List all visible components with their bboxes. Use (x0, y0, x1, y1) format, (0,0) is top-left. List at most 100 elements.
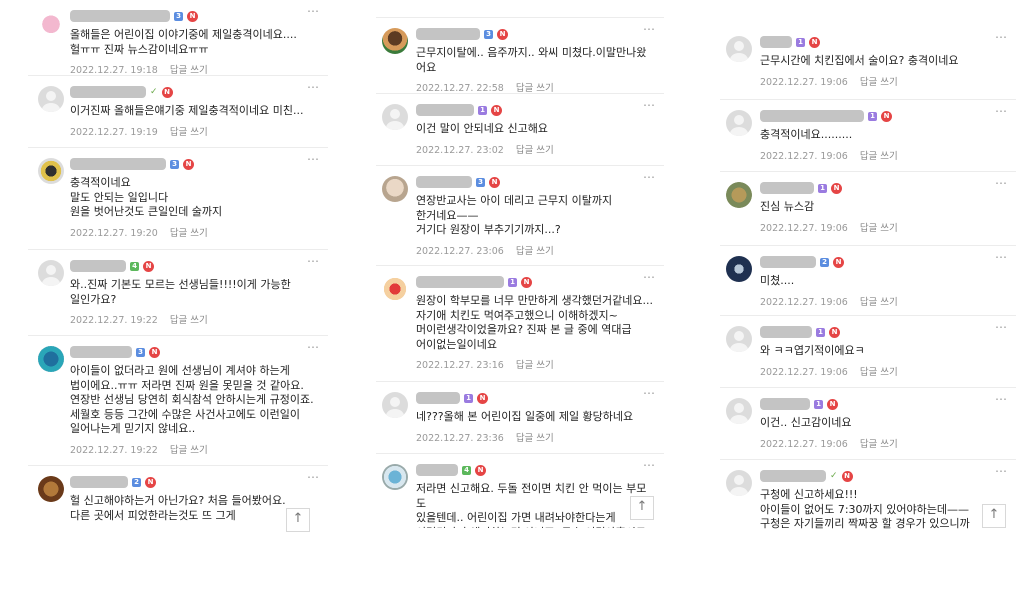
reply-link[interactable]: 답글 쓰기 (516, 83, 554, 94)
nickname[interactable] (760, 36, 792, 48)
avatar[interactable] (726, 470, 752, 496)
new-badge-icon: N (143, 260, 154, 272)
reply-link[interactable]: 답글 쓰기 (170, 228, 208, 239)
comment-text: 네???올해 본 어린이집 일중에 제일 황당하네요 (416, 410, 634, 423)
reply-link[interactable]: 답글 쓰기 (860, 367, 898, 378)
avatar[interactable] (382, 392, 408, 418)
nickname[interactable] (760, 398, 810, 410)
more-options-icon[interactable]: ⋯ (307, 470, 320, 484)
avatar[interactable] (38, 260, 64, 286)
comment-text: 충격적이네요......... (760, 128, 853, 141)
comment-date: 2022.12.27. 19:22 (70, 315, 158, 326)
comment-text: 구청에 신고하세요!!! 아이들이 없어도 7:30까지 있어야하는데—— 구청… (760, 488, 970, 530)
scroll-top-button[interactable]: ↑ (630, 496, 654, 520)
more-options-icon[interactable]: ⋯ (307, 4, 320, 18)
more-options-icon[interactable]: ⋯ (643, 386, 656, 400)
comment-meta: 2022.12.27. 19:06 답글 쓰기 (760, 220, 1006, 246)
more-options-icon[interactable]: ⋯ (995, 320, 1008, 334)
avatar[interactable] (726, 110, 752, 136)
reply-link[interactable]: 답글 쓰기 (860, 297, 898, 308)
avatar[interactable] (382, 464, 408, 490)
scroll-top-button[interactable]: ↑ (286, 508, 310, 532)
reply-link[interactable]: 답글 쓰기 (516, 246, 554, 257)
avatar[interactable] (382, 104, 408, 130)
level-badge-icon: 1 (464, 393, 473, 403)
comment-date: 2022.12.27. 19:22 (70, 444, 158, 456)
avatar[interactable] (382, 176, 408, 202)
comment-meta: 2022.12.27. 19:06 답글 쓰기 (760, 364, 1006, 390)
reply-link[interactable]: 답글 쓰기 (860, 151, 898, 162)
scroll-top-button[interactable]: ↑ (982, 504, 1006, 528)
nickname[interactable] (416, 464, 458, 476)
more-options-icon[interactable]: ⋯ (307, 254, 320, 268)
avatar[interactable] (726, 398, 752, 424)
nickname[interactable] (760, 326, 812, 338)
reply-link[interactable]: 답글 쓰기 (516, 145, 554, 156)
comment-date: 2022.12.27. 19:18 (70, 65, 158, 76)
nickname[interactable] (760, 182, 814, 194)
more-options-icon[interactable]: ⋯ (995, 104, 1008, 118)
new-badge-icon: N (491, 104, 502, 116)
avatar[interactable] (726, 256, 752, 282)
nickname[interactable] (760, 256, 816, 268)
comment-column-1: 3N ⋯ 올해들은 어린이집 이야기중에 제일충격이네요.... 헐ㅠㅠ 진짜 … (28, 0, 328, 540)
reply-link[interactable]: 답글 쓰기 (170, 315, 208, 326)
new-badge-icon: N (161, 86, 173, 98)
avatar[interactable] (726, 36, 752, 62)
comment-text: 이거진짜 올해들은얘기중 제일충격적이네요 미친... (70, 104, 304, 117)
more-options-icon[interactable]: ⋯ (307, 152, 320, 166)
list-top-spacer (720, 0, 1016, 26)
nickname[interactable] (760, 470, 826, 482)
level-badge-icon: 1 (816, 327, 825, 337)
reply-link[interactable]: 답글 쓰기 (170, 445, 208, 456)
comment-date: 2022.12.27. 19:06 (760, 366, 848, 378)
more-options-icon[interactable]: ⋯ (995, 176, 1008, 190)
comment-item: 1N ⋯ 와 ㅋㅋ엽기적이에요ㅋ 2022.12.27. 19:06 답글 쓰기 (720, 316, 1016, 388)
avatar[interactable] (38, 158, 64, 184)
nickname[interactable] (70, 346, 132, 358)
reply-link[interactable]: 답글 쓰기 (516, 433, 554, 444)
avatar[interactable] (38, 476, 64, 502)
reply-link[interactable]: 답글 쓰기 (860, 223, 898, 234)
new-badge-icon: N (521, 276, 532, 288)
avatar[interactable] (726, 326, 752, 352)
avatar[interactable] (382, 28, 408, 54)
reply-link[interactable]: 답글 쓰기 (170, 65, 208, 76)
comment-date: 2022.12.27. 19:06 (760, 222, 848, 234)
comment-column-2: 3N ⋯ 근무지이탈에.. 음주까지.. 와씨 미쳤다.이말만나왔어요 2022… (376, 0, 664, 528)
nickname[interactable] (70, 10, 170, 22)
more-options-icon[interactable]: ⋯ (643, 170, 656, 184)
more-options-icon[interactable]: ⋯ (995, 250, 1008, 264)
more-options-icon[interactable]: ⋯ (995, 392, 1008, 406)
nickname[interactable] (416, 104, 474, 116)
nickname[interactable] (70, 260, 126, 272)
nickname[interactable] (416, 276, 504, 288)
nickname[interactable] (70, 476, 128, 488)
new-badge-icon: N (881, 110, 892, 122)
more-options-icon[interactable]: ⋯ (307, 340, 320, 354)
reply-link[interactable]: 답글 쓰기 (860, 439, 898, 450)
avatar[interactable] (382, 276, 408, 302)
avatar[interactable] (38, 346, 64, 372)
avatar[interactable] (38, 86, 64, 112)
more-options-icon[interactable]: ⋯ (995, 464, 1008, 478)
avatar[interactable] (38, 10, 64, 36)
reply-link[interactable]: 답글 쓰기 (170, 127, 208, 138)
nickname[interactable] (416, 176, 472, 188)
nickname[interactable] (416, 28, 480, 40)
avatar[interactable] (726, 182, 752, 208)
more-options-icon[interactable]: ⋯ (643, 458, 656, 472)
nickname[interactable] (70, 158, 166, 170)
comment-date: 2022.12.27. 22:58 (416, 83, 504, 94)
comment-meta: 2022.12.27. 23:06 답글 쓰기 (416, 243, 654, 269)
reply-link[interactable]: 답글 쓰기 (516, 360, 554, 371)
nickname[interactable] (760, 110, 864, 122)
nickname[interactable] (416, 392, 460, 404)
reply-link[interactable]: 답글 쓰기 (860, 77, 898, 88)
nickname[interactable] (70, 86, 146, 98)
more-options-icon[interactable]: ⋯ (307, 80, 320, 94)
more-options-icon[interactable]: ⋯ (643, 98, 656, 112)
more-options-icon[interactable]: ⋯ (643, 270, 656, 284)
more-options-icon[interactable]: ⋯ (995, 30, 1008, 44)
more-options-icon[interactable]: ⋯ (643, 22, 656, 36)
